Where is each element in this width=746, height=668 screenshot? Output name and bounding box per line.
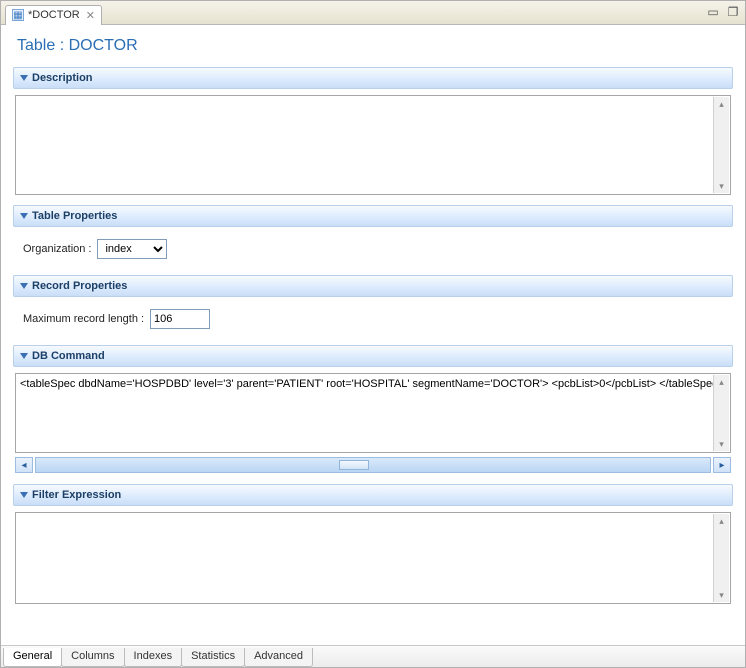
content-area: Table : DOCTOR Description ▴ ▾ [1, 25, 745, 645]
description-textarea[interactable] [16, 96, 730, 194]
scroll-down-icon[interactable]: ▾ [719, 588, 724, 602]
tab-statistics[interactable]: Statistics [181, 648, 245, 667]
section-table-properties: Table Properties Organization : index [13, 205, 733, 267]
twistie-icon[interactable] [20, 75, 28, 81]
vertical-scrollbar[interactable]: ▴ ▾ [713, 514, 729, 602]
scroll-up-icon[interactable]: ▴ [719, 514, 724, 528]
twistie-icon[interactable] [20, 283, 28, 289]
section-header-db-command[interactable]: DB Command [13, 345, 733, 367]
max-record-length-label: Maximum record length : [23, 313, 144, 325]
close-icon[interactable]: ✕ [86, 9, 95, 22]
twistie-icon[interactable] [20, 353, 28, 359]
vertical-scrollbar[interactable]: ▴ ▾ [713, 97, 729, 193]
organization-label: Organization : [23, 243, 91, 255]
tab-indexes[interactable]: Indexes [124, 648, 183, 667]
horizontal-scrollbar[interactable]: ◂ ▸ [15, 456, 731, 474]
section-header-table-properties[interactable]: Table Properties [13, 205, 733, 227]
max-record-length-input[interactable] [150, 309, 210, 329]
section-header-record-properties[interactable]: Record Properties [13, 275, 733, 297]
scroll-left-icon[interactable]: ◂ [15, 457, 33, 473]
page-title: Table : DOCTOR [17, 37, 733, 55]
bottom-tab-bar: General Columns Indexes Statistics Advan… [1, 645, 745, 667]
tab-general[interactable]: General [3, 648, 62, 667]
section-header-description[interactable]: Description [13, 67, 733, 89]
filter-expression-textarea[interactable] [16, 513, 730, 603]
section-title-filter-expression: Filter Expression [32, 489, 121, 501]
organization-select[interactable]: index [97, 239, 167, 259]
scroll-right-icon[interactable]: ▸ [713, 457, 731, 473]
minimize-button[interactable]: ▭ [705, 4, 721, 20]
scroll-up-icon[interactable]: ▴ [719, 375, 724, 389]
editor-tab-title: *DOCTOR [28, 9, 80, 21]
editor-tab-doctor[interactable]: ▦ *DOCTOR ✕ [5, 5, 102, 25]
twistie-icon[interactable] [20, 492, 28, 498]
scrollbar-thumb[interactable] [339, 460, 369, 470]
section-title-record-properties: Record Properties [32, 280, 127, 292]
max-record-length-row: Maximum record length : [15, 303, 731, 335]
scrollbar-track[interactable] [35, 457, 711, 473]
description-textarea-wrap: ▴ ▾ [15, 95, 731, 195]
scroll-up-icon[interactable]: ▴ [719, 97, 724, 111]
section-db-command: DB Command <tableSpec dbdName='HOSPDBD' … [13, 345, 733, 476]
section-filter-expression: Filter Expression ▴ ▾ [13, 484, 733, 606]
editor-frame: ▦ *DOCTOR ✕ ▭ ❐ Table : DOCTOR Descripti… [0, 0, 746, 668]
section-title-db-command: DB Command [32, 350, 105, 362]
scroll-down-icon[interactable]: ▾ [719, 437, 724, 451]
filter-expression-textarea-wrap: ▴ ▾ [15, 512, 731, 604]
tab-columns[interactable]: Columns [61, 648, 124, 667]
section-title-table-properties: Table Properties [32, 210, 117, 222]
section-record-properties: Record Properties Maximum record length … [13, 275, 733, 337]
scroll-down-icon[interactable]: ▾ [719, 179, 724, 193]
editor-tab-bar: ▦ *DOCTOR ✕ ▭ ❐ [1, 1, 745, 25]
table-icon: ▦ [12, 9, 24, 21]
maximize-button[interactable]: ❐ [725, 4, 741, 20]
section-title-description: Description [32, 72, 93, 84]
db-command-textarea[interactable]: <tableSpec dbdName='HOSPDBD' level='3' p… [16, 374, 730, 452]
organization-row: Organization : index [15, 233, 731, 265]
tab-advanced[interactable]: Advanced [244, 648, 313, 667]
vertical-scrollbar[interactable]: ▴ ▾ [713, 375, 729, 451]
twistie-icon[interactable] [20, 213, 28, 219]
db-command-textarea-wrap: <tableSpec dbdName='HOSPDBD' level='3' p… [15, 373, 731, 453]
section-header-filter-expression[interactable]: Filter Expression [13, 484, 733, 506]
section-description: Description ▴ ▾ [13, 67, 733, 197]
editor-window-controls: ▭ ❐ [705, 4, 741, 20]
